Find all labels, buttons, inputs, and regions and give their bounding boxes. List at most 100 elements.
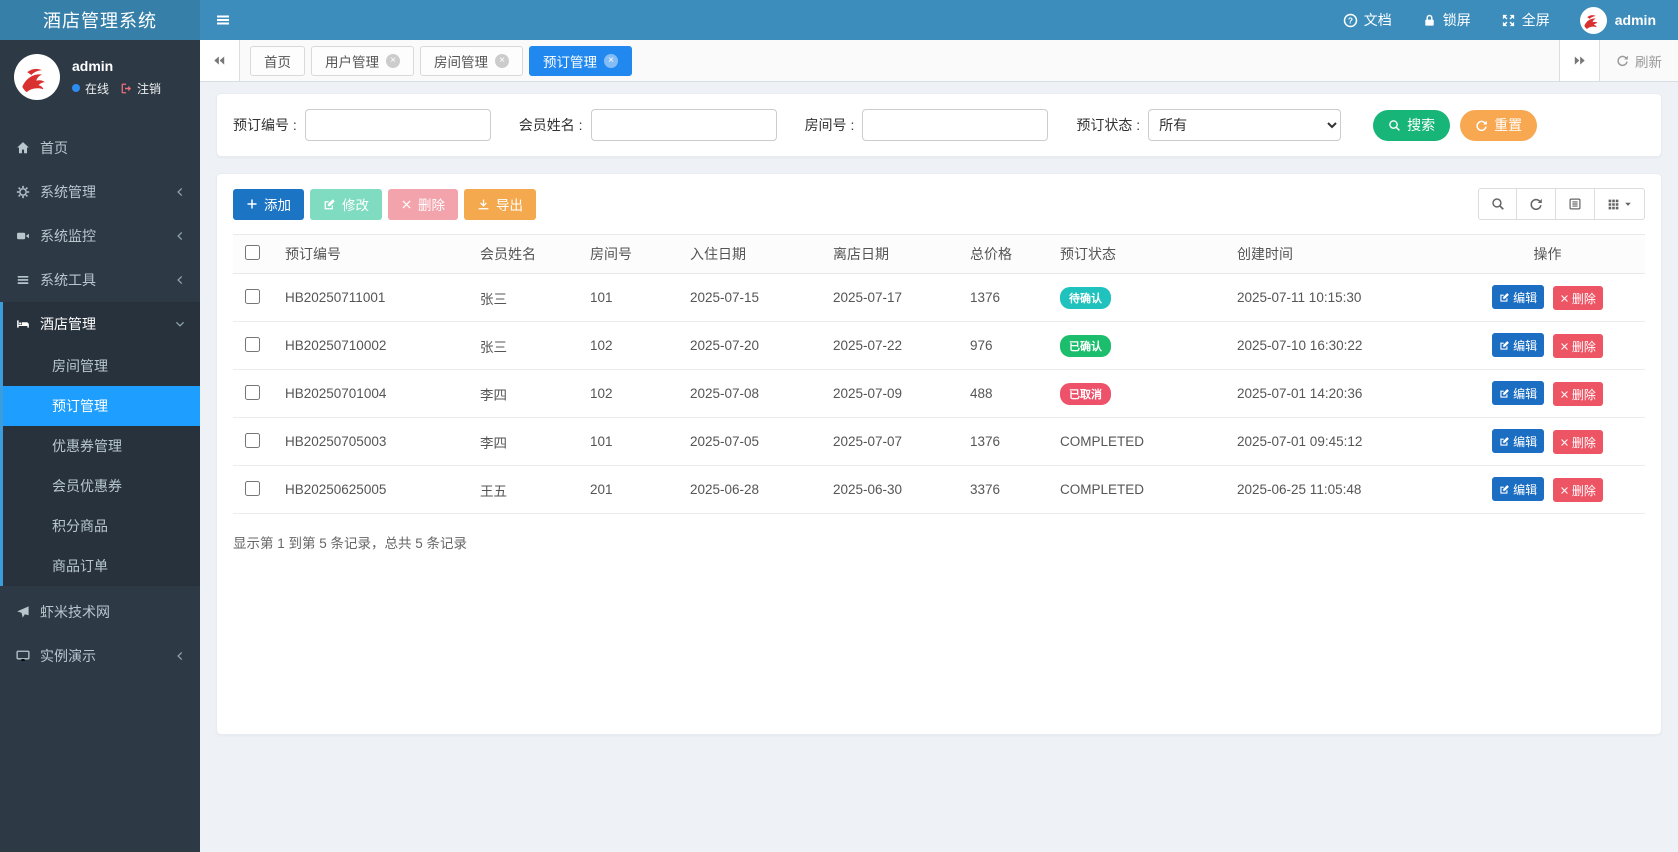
tab-home[interactable]: 首页 [250, 46, 305, 76]
reset-button[interactable]: 重置 [1460, 110, 1537, 141]
user-menu[interactable]: admin [1580, 7, 1656, 34]
delete-button[interactable]: 删除 [388, 189, 458, 220]
docs-link[interactable]: 文档 [1343, 10, 1392, 30]
room-number-field-group: 房间号 : [805, 109, 1049, 141]
fullscreen-label: 全屏 [1522, 10, 1550, 30]
cell-checkin-date: 2025-06-28 [682, 466, 825, 514]
bed-icon [16, 317, 30, 331]
edit-icon [1499, 340, 1510, 351]
home-icon [16, 141, 30, 155]
row-delete-button[interactable]: 删除 [1553, 382, 1603, 406]
pagination-summary: 显示第 1 到第 5 条记录，总共 5 条记录 [233, 532, 1645, 552]
row-checkbox[interactable] [245, 481, 260, 496]
table-body: HB20250711001 张三 101 2025-07-15 2025-07-… [233, 274, 1645, 514]
tabs-scroll-right-button[interactable] [1559, 40, 1599, 81]
sidebar-item-hotel-mgmt[interactable]: 酒店管理 [3, 302, 200, 346]
edit-button[interactable]: 修改 [310, 189, 382, 220]
table-row: HB20250705003 李四 101 2025-07-05 2025-07-… [233, 418, 1645, 466]
tab-user-mgmt[interactable]: 用户管理 × [311, 46, 414, 76]
question-circle-icon [1343, 13, 1358, 28]
cell-member-name: 王五 [472, 466, 582, 514]
table-view-toggle-button[interactable] [1556, 188, 1595, 220]
row-edit-button[interactable]: 编辑 [1492, 477, 1544, 501]
table-columns-button[interactable] [1595, 188, 1645, 220]
cell-actions: 编辑 删除 [1450, 322, 1645, 370]
cell-room-number: 101 [582, 274, 682, 322]
caret-down-icon [1623, 199, 1633, 209]
cell-booking-status: COMPLETED [1052, 418, 1229, 466]
booking-id-input[interactable] [305, 109, 491, 141]
tab-close-icon[interactable]: × [495, 54, 509, 68]
row-checkbox[interactable] [245, 433, 260, 448]
cell-room-number: 102 [582, 322, 682, 370]
sidebar-item-system-tools[interactable]: 系统工具 [0, 258, 200, 302]
export-button-label: 导出 [496, 194, 523, 214]
sidebar-item-member-coupon[interactable]: 会员优惠券 [3, 466, 200, 506]
row-delete-button[interactable]: 删除 [1553, 286, 1603, 310]
fullscreen-link[interactable]: 全屏 [1501, 10, 1550, 30]
sidebar-avatar [14, 54, 60, 100]
row-edit-button[interactable]: 编辑 [1492, 429, 1544, 453]
tab-room-mgmt[interactable]: 房间管理 × [420, 46, 523, 76]
cell-checkout-date: 2025-07-17 [825, 274, 962, 322]
cell-created-time: 2025-07-01 09:45:12 [1229, 418, 1450, 466]
sidebar-item-points-goods[interactable]: 积分商品 [3, 506, 200, 546]
row-edit-button[interactable]: 编辑 [1492, 333, 1544, 357]
sidebar-item-coupon-mgmt[interactable]: 优惠券管理 [3, 426, 200, 466]
member-name-label: 会员姓名 : [519, 115, 583, 135]
add-button[interactable]: 添加 [233, 189, 304, 220]
member-name-input[interactable] [591, 109, 777, 141]
row-edit-button[interactable]: 编辑 [1492, 285, 1544, 309]
cell-actions: 编辑 删除 [1450, 370, 1645, 418]
x-icon [401, 199, 412, 210]
cell-total-price: 976 [962, 322, 1052, 370]
search-icon [1491, 197, 1505, 211]
sidebar-item-system-monitor[interactable]: 系统监控 [0, 214, 200, 258]
row-delete-button[interactable]: 删除 [1553, 478, 1603, 502]
row-checkbox[interactable] [245, 337, 260, 352]
cell-member-name: 李四 [472, 418, 582, 466]
lock-screen-link[interactable]: 锁屏 [1422, 10, 1471, 30]
cell-checkout-date: 2025-07-09 [825, 370, 962, 418]
col-checkin-date: 入住日期 [682, 235, 825, 274]
sidebar-item-xiami-tech[interactable]: 虾米技术网 [0, 590, 200, 634]
sidebar-toggle-button[interactable] [200, 0, 246, 40]
row-delete-label: 删除 [1572, 386, 1596, 403]
logout-link[interactable]: 注销 [120, 80, 161, 97]
table-refresh-button[interactable] [1517, 188, 1556, 220]
tabs-scroll-left-button[interactable] [200, 40, 240, 81]
export-button[interactable]: 导出 [464, 189, 536, 220]
select-all-checkbox[interactable] [245, 245, 260, 260]
tab-booking-mgmt[interactable]: 预订管理 × [529, 46, 632, 76]
search-button[interactable]: 搜索 [1373, 110, 1450, 141]
table-search-toggle-button[interactable] [1478, 188, 1517, 220]
sidebar-item-demo[interactable]: 实例演示 [0, 634, 200, 678]
cell-total-price: 488 [962, 370, 1052, 418]
row-edit-button[interactable]: 编辑 [1492, 381, 1544, 405]
status-badge: COMPLETED [1060, 482, 1144, 497]
room-number-input[interactable] [862, 109, 1048, 141]
booking-status-label: 预订状态 : [1076, 115, 1140, 135]
sidebar-item-home[interactable]: 首页 [0, 126, 200, 170]
tab-refresh-button[interactable]: 刷新 [1599, 40, 1678, 81]
tab-bar: 首页 用户管理 × 房间管理 × 预订管理 × [200, 40, 1678, 82]
sidebar-item-booking-mgmt[interactable]: 预订管理 [3, 386, 200, 426]
sidebar-item-room-mgmt[interactable]: 房间管理 [3, 346, 200, 386]
tab-close-icon[interactable]: × [386, 54, 400, 68]
row-checkbox[interactable] [245, 289, 260, 304]
table-row: HB20250710002 张三 102 2025-07-20 2025-07-… [233, 322, 1645, 370]
x-icon [1560, 294, 1569, 303]
tab-close-icon[interactable]: × [604, 54, 618, 68]
row-checkbox[interactable] [245, 385, 260, 400]
status-badge: 已确认 [1060, 335, 1111, 357]
search-button-label: 搜索 [1407, 115, 1435, 135]
cell-room-number: 102 [582, 370, 682, 418]
sidebar-item-system-mgmt[interactable]: 系统管理 [0, 170, 200, 214]
row-delete-button[interactable]: 删除 [1553, 430, 1603, 454]
row-delete-button[interactable]: 删除 [1553, 334, 1603, 358]
app-logo[interactable]: 酒店管理系统 [0, 0, 200, 40]
col-member-name: 会员姓名 [472, 235, 582, 274]
booking-status-select[interactable]: 所有 [1148, 109, 1341, 141]
sidebar-item-goods-order[interactable]: 商品订单 [3, 546, 200, 586]
sidebar-user-panel: admin 在线 注销 [0, 40, 200, 116]
